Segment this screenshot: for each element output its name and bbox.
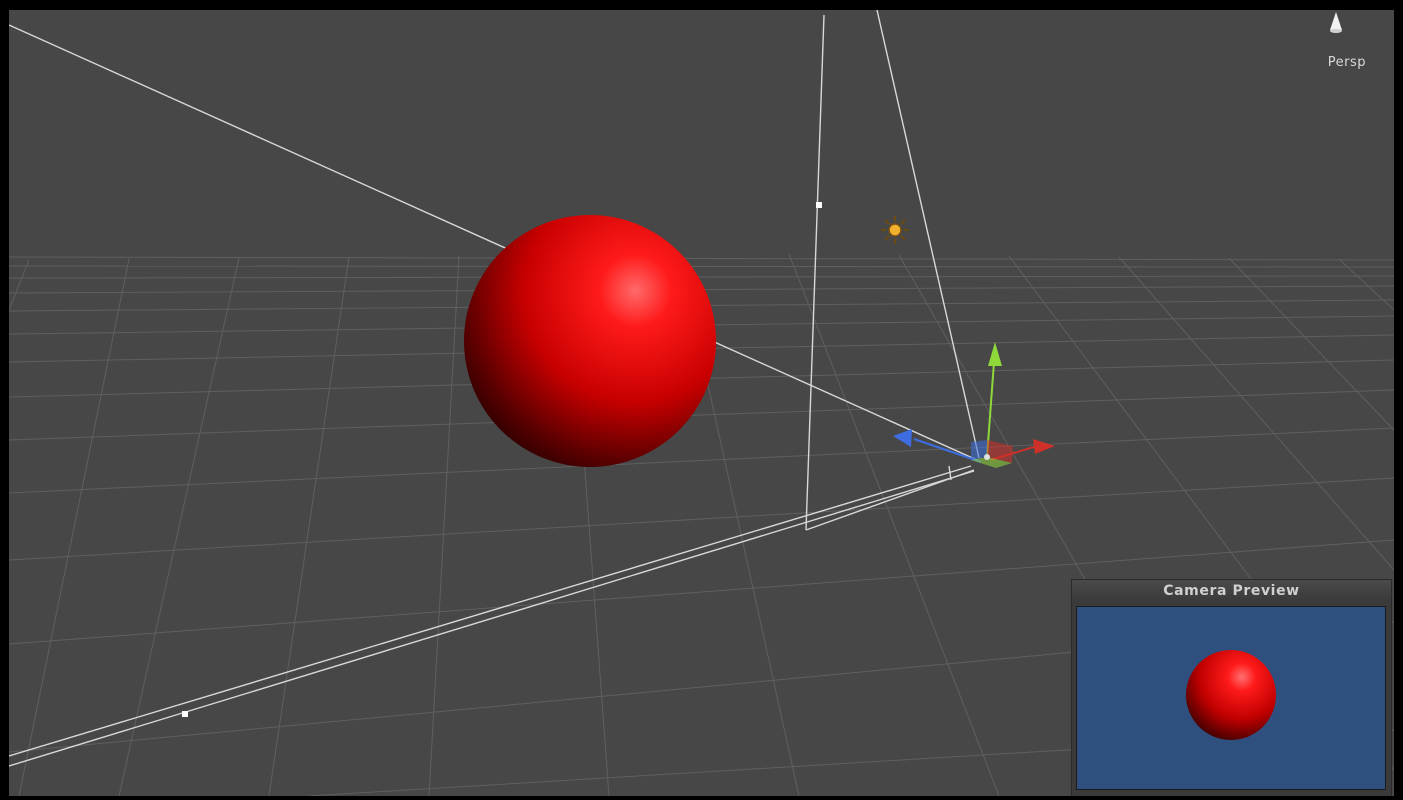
camera-preview-title: Camera Preview [1072,580,1391,602]
camera-preview-view [1076,606,1386,790]
red-sphere[interactable] [464,215,716,467]
directional-light-icon[interactable] [881,216,909,244]
screen-frame: Persp Camera Preview [0,0,1403,800]
frustum-handle[interactable] [816,202,822,208]
preview-red-sphere [1186,650,1276,740]
scene-orientation-icon[interactable] [1324,12,1348,42]
frustum-handle[interactable] [182,711,188,717]
scene-view[interactable]: Persp Camera Preview [9,10,1394,796]
projection-label[interactable]: Persp [1328,55,1366,70]
camera-preview-panel: Camera Preview [1071,579,1392,796]
